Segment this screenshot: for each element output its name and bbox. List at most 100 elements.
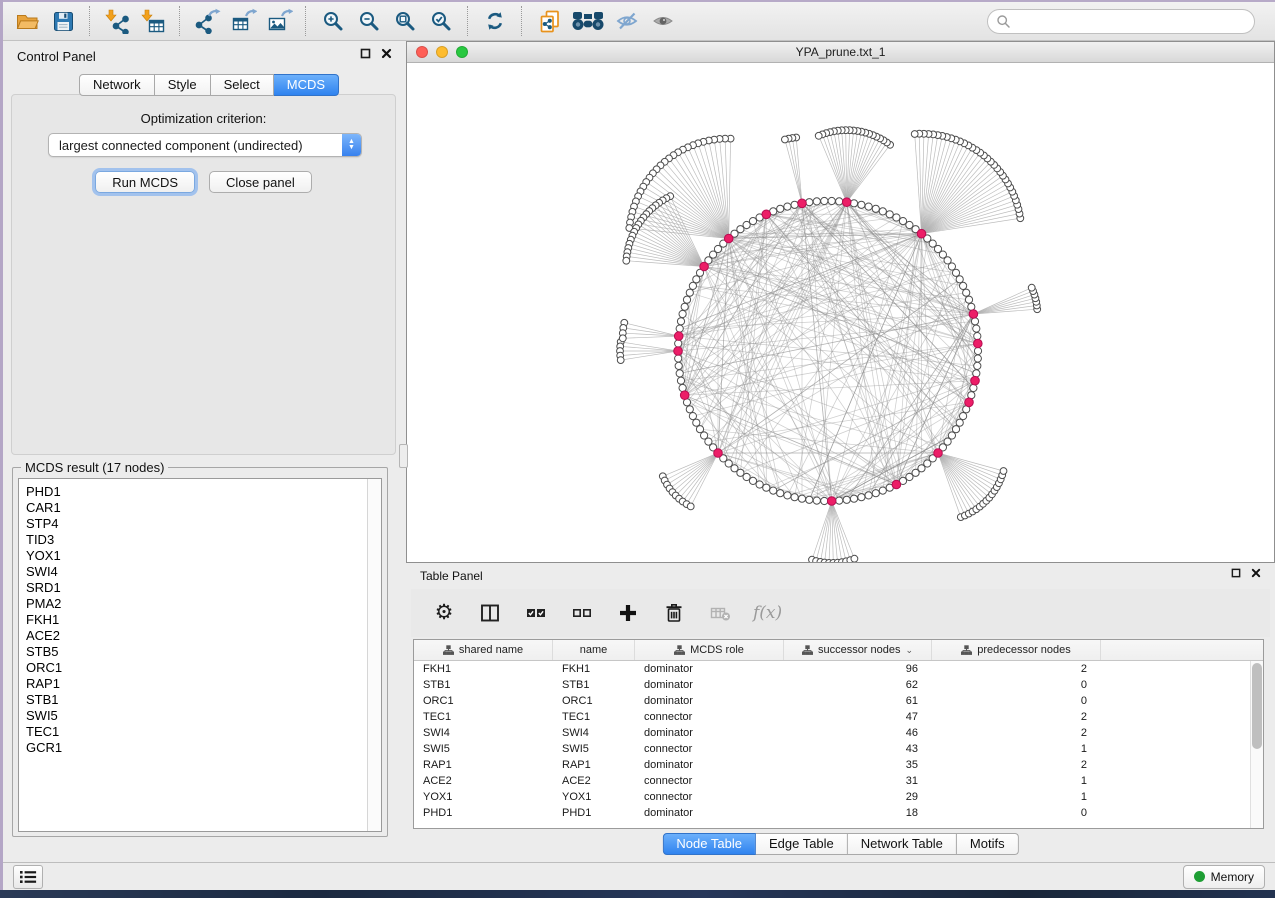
network-node[interactable] (681, 303, 688, 310)
show-columns-icon[interactable] (477, 600, 503, 626)
maximize-window-icon[interactable] (456, 46, 468, 58)
minimize-window-icon[interactable] (436, 46, 448, 58)
table-row[interactable]: FKH1FKH1dominator962 (414, 661, 1251, 677)
close-panel-button[interactable]: Close panel (209, 171, 312, 193)
zoom-out-icon[interactable] (351, 4, 387, 38)
column-header[interactable]: name (553, 640, 635, 660)
mcds-node[interactable] (892, 480, 901, 489)
panel-splitter-handle[interactable] (399, 444, 408, 468)
network-node[interactable] (836, 497, 843, 504)
mcds-node[interactable] (974, 339, 983, 348)
optimization-criterion-select[interactable]: largest connected component (undirected)… (48, 133, 362, 157)
mcds-node[interactable] (700, 262, 709, 271)
refresh-view-icon[interactable] (477, 4, 513, 38)
network-node[interactable] (693, 276, 700, 283)
table-row[interactable]: YOX1YOX1connector291 (414, 789, 1251, 805)
mcds-result-item[interactable]: SWI5 (26, 708, 381, 724)
network-node[interactable] (974, 362, 981, 369)
table-row[interactable]: ORC1ORC1dominator610 (414, 693, 1251, 709)
mcds-list-scrollbar[interactable] (367, 479, 381, 831)
network-node[interactable] (960, 413, 967, 420)
network-node[interactable] (974, 347, 981, 354)
network-node[interactable] (756, 481, 763, 488)
network-node[interactable] (858, 201, 865, 208)
mcds-result-item[interactable]: STP4 (26, 516, 381, 532)
zoom-selected-icon[interactable] (423, 4, 459, 38)
network-node[interactable] (777, 205, 784, 212)
column-header[interactable]: MCDS role (635, 640, 784, 660)
tab-motifs[interactable]: Motifs (957, 833, 1019, 855)
tab-mcds[interactable]: MCDS (274, 74, 339, 96)
mcds-node[interactable] (917, 229, 926, 238)
network-node[interactable] (973, 325, 980, 332)
mcds-node[interactable] (969, 310, 978, 319)
delete-columns-icon[interactable] (661, 600, 687, 626)
mcds-result-list[interactable]: PHD1CAR1STP4TID3YOX1SWI4SRD1PMA2FKH1ACE2… (18, 478, 382, 832)
mcds-result-item[interactable]: STB1 (26, 692, 381, 708)
network-node[interactable] (850, 495, 857, 502)
network-node[interactable] (850, 200, 857, 207)
open-file-icon[interactable] (9, 4, 45, 38)
network-node[interactable] (956, 419, 963, 426)
tab-edge-table[interactable]: Edge Table (756, 833, 848, 855)
network-node[interactable] (971, 318, 978, 325)
network-node[interactable] (974, 355, 981, 362)
network-node[interactable] (952, 426, 959, 433)
network-node[interactable] (749, 218, 756, 225)
network-node[interactable] (763, 484, 770, 491)
mcds-node[interactable] (674, 347, 683, 356)
close-window-icon[interactable] (416, 46, 428, 58)
network-node[interactable] (821, 497, 828, 504)
network-canvas[interactable] (407, 62, 1274, 562)
network-node[interactable] (784, 492, 791, 499)
unselect-all-columns-icon[interactable] (569, 600, 595, 626)
mcds-result-item[interactable]: CAR1 (26, 500, 381, 516)
select-all-columns-icon[interactable] (523, 600, 549, 626)
network-node[interactable] (828, 197, 835, 204)
network-node[interactable] (770, 487, 777, 494)
hide-selected-icon[interactable] (609, 4, 645, 38)
network-node[interactable] (676, 370, 683, 377)
network-node[interactable] (791, 201, 798, 208)
tab-node-table[interactable]: Node Table (662, 833, 756, 855)
save-session-icon[interactable] (45, 4, 81, 38)
satellite-node[interactable] (911, 131, 918, 138)
mcds-node[interactable] (971, 376, 980, 385)
mcds-result-item[interactable]: ACE2 (26, 628, 381, 644)
network-node[interactable] (872, 205, 879, 212)
satellite-node[interactable] (619, 335, 626, 342)
network-node[interactable] (686, 406, 693, 413)
network-node[interactable] (806, 496, 813, 503)
network-node[interactable] (791, 494, 798, 501)
satellite-node[interactable] (851, 555, 858, 562)
memory-button[interactable]: Memory (1183, 865, 1265, 889)
network-node[interactable] (813, 497, 820, 504)
import-table-icon[interactable] (135, 4, 171, 38)
table-row[interactable]: TEC1TEC1connector472 (414, 709, 1251, 725)
mcds-node[interactable] (714, 449, 723, 458)
satellite-node[interactable] (1028, 284, 1035, 291)
table-row[interactable]: PHD1PHD1dominator180 (414, 805, 1251, 821)
task-history-button[interactable] (13, 865, 43, 889)
tab-network-table[interactable]: Network Table (848, 833, 957, 855)
first-neighbors-icon[interactable] (567, 4, 609, 38)
table-row[interactable]: SWI5SWI5connector431 (414, 741, 1251, 757)
close-panel-icon[interactable] (381, 48, 392, 59)
mcds-result-item[interactable]: RAP1 (26, 676, 381, 692)
table-row[interactable]: ACE2ACE2connector311 (414, 773, 1251, 789)
network-node[interactable] (743, 473, 750, 480)
network-node[interactable] (899, 218, 906, 225)
copy-style-icon[interactable] (531, 4, 567, 38)
satellite-node[interactable] (815, 132, 822, 139)
mcds-result-item[interactable]: STB5 (26, 644, 381, 660)
mcds-node[interactable] (674, 332, 683, 341)
network-node[interactable] (843, 496, 850, 503)
tab-select[interactable]: Select (211, 74, 274, 96)
table-scrollbar-thumb[interactable] (1252, 663, 1262, 749)
zoom-in-icon[interactable] (315, 4, 351, 38)
network-node[interactable] (970, 384, 977, 391)
tab-network[interactable]: Network (79, 74, 155, 96)
mcds-node[interactable] (798, 199, 807, 208)
search-input[interactable] (1011, 13, 1254, 29)
zoom-fit-icon[interactable] (387, 4, 423, 38)
